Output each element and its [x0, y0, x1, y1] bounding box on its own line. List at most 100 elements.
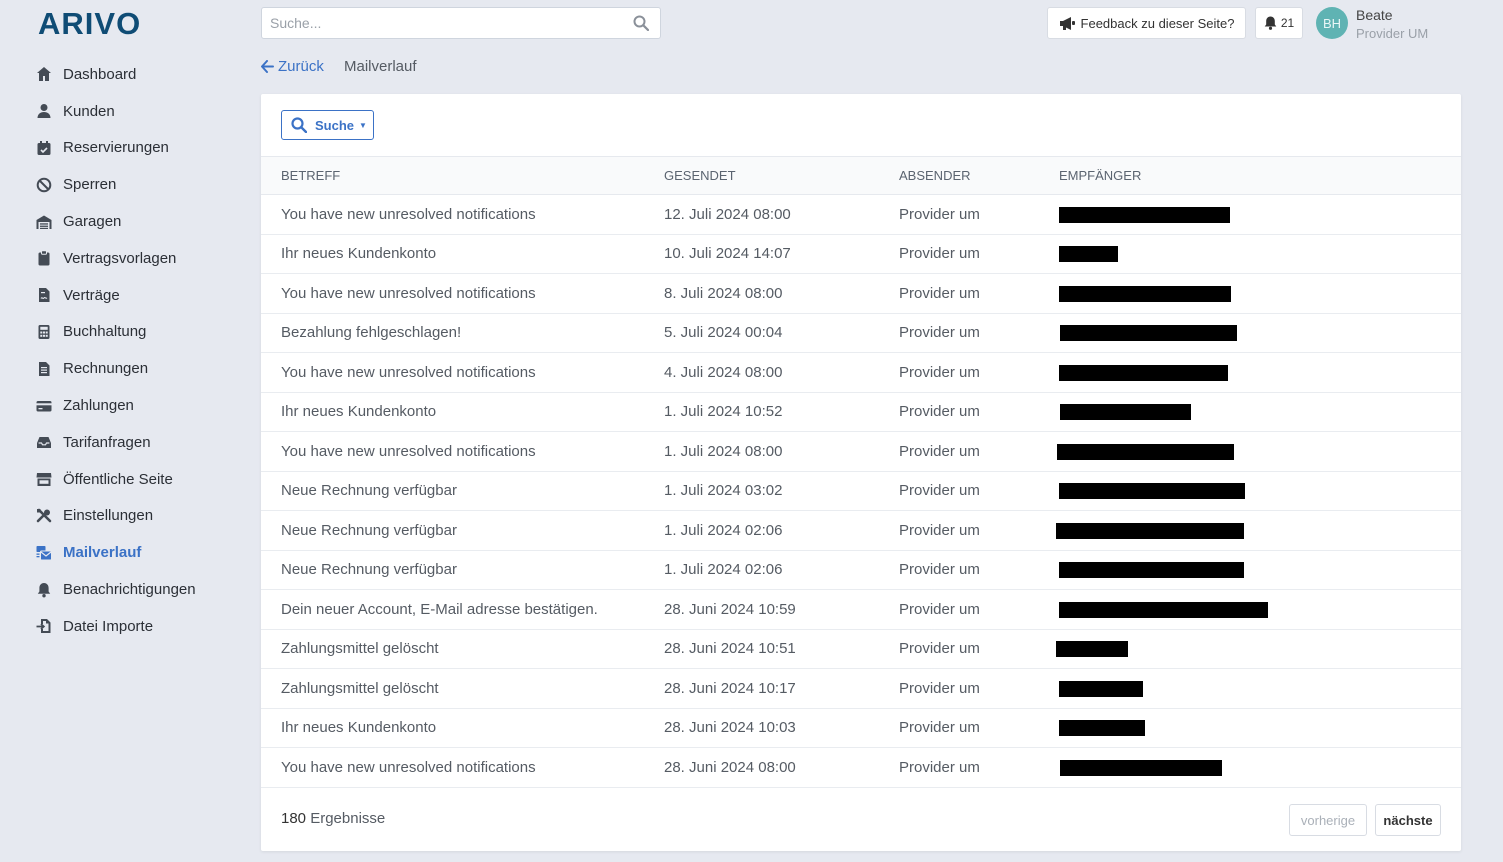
cell-recipient	[1059, 471, 1461, 511]
table-row[interactable]: Bezahlung fehlgeschlagen! 5. Juli 2024 00…	[261, 313, 1461, 353]
cell-sent: 28. Juni 2024 10:03	[664, 708, 899, 748]
search-filter-button[interactable]: Suche ▼	[281, 110, 374, 140]
table-row[interactable]: Ihr neues Kundenkonto 28. Juni 2024 10:03…	[261, 708, 1461, 748]
user-name[interactable]: Beate	[1356, 7, 1393, 23]
sidebar-item-file-contract[interactable]: Verträge	[36, 277, 236, 314]
cell-subject: Ihr neues Kundenkonto	[261, 234, 664, 274]
table-row[interactable]: Neue Rechnung verfügbar 1. Juli 2024 02:0…	[261, 550, 1461, 590]
sidebar-item-mail-bulk[interactable]: Mailverlauf	[36, 534, 236, 571]
sidebar-item-store[interactable]: Öffentliche Seite	[36, 461, 236, 498]
back-link[interactable]: Zurück	[261, 58, 324, 75]
redaction-bar	[1059, 364, 1228, 381]
cell-subject: Dein neuer Account, E-Mail adresse bestä…	[261, 589, 664, 630]
cell-sender: Provider um	[899, 352, 1059, 393]
column-header-sender[interactable]: ABSENDER	[899, 156, 1059, 195]
table-row[interactable]: You have new unresolved notifications 12.…	[261, 194, 1461, 235]
notifications-button[interactable]: 21	[1255, 7, 1303, 39]
next-page-button[interactable]: nächste	[1375, 804, 1441, 836]
search-icon	[291, 117, 307, 133]
sidebar-item-credit-card[interactable]: Zahlungen	[36, 387, 236, 424]
brand-logo[interactable]: ARIVO	[38, 8, 158, 38]
sidebar-item-tools[interactable]: Einstellungen	[36, 498, 236, 535]
cell-sender: Provider um	[899, 194, 1059, 235]
cell-sender: Provider um	[899, 471, 1059, 511]
sidebar-item-bell[interactable]: Benachrichtigungen	[36, 571, 236, 608]
sidebar-item-calculator[interactable]: Buchhaltung	[36, 314, 236, 351]
megaphone-icon	[1059, 16, 1075, 30]
table-row[interactable]: Ihr neues Kundenkonto 10. Juli 2024 14:07…	[261, 234, 1461, 274]
sidebar-item-label: Einstellungen	[63, 507, 154, 525]
redaction-bar	[1059, 680, 1143, 697]
cell-subject: You have new unresolved notifications	[261, 273, 664, 314]
sidebar-item-calendar-check[interactable]: Reservierungen	[36, 130, 236, 167]
bell-icon	[1264, 16, 1277, 30]
redaction-bar	[1059, 601, 1268, 618]
redaction-bar	[1057, 443, 1234, 460]
file-contract-icon	[36, 287, 52, 303]
cell-recipient	[1059, 708, 1461, 748]
column-header-subject[interactable]: BETREFF	[261, 156, 664, 195]
redaction-bar	[1059, 562, 1244, 579]
redaction-bar	[1059, 285, 1231, 302]
cell-subject: You have new unresolved notifications	[261, 194, 664, 235]
filter-label: Suche	[315, 117, 355, 133]
sidebar-item-label: Sperren	[63, 176, 117, 194]
global-search[interactable]	[261, 7, 661, 39]
cell-subject: Ihr neues Kundenkonto	[261, 708, 664, 748]
sidebar-item-label: Zahlungen	[63, 397, 134, 415]
column-header-recipient[interactable]: EMPFÄNGER	[1059, 156, 1461, 195]
caret-down-icon: ▼	[359, 120, 367, 130]
result-count-number: 180	[281, 810, 307, 827]
cell-subject: You have new unresolved notifications	[261, 431, 664, 472]
cell-subject: Zahlungsmittel gelöscht	[261, 668, 664, 709]
cell-sender: Provider um	[899, 589, 1059, 630]
table-row[interactable]: Neue Rechnung verfügbar 1. Juli 2024 02:0…	[261, 510, 1461, 551]
redaction-bar	[1060, 759, 1222, 776]
redaction-bar	[1059, 206, 1230, 223]
sidebar-item-label: Dashboard	[63, 65, 137, 83]
cell-sent: 1. Juli 2024 02:06	[664, 510, 899, 551]
cell-sender: Provider um	[899, 234, 1059, 274]
table-row[interactable]: Neue Rechnung verfügbar 1. Juli 2024 03:0…	[261, 471, 1461, 511]
table-row[interactable]: Zahlungsmittel gelöscht 28. Juni 2024 10:…	[261, 629, 1461, 669]
sidebar-item-ban[interactable]: Sperren	[36, 166, 236, 203]
column-header-sent[interactable]: GESENDET	[664, 156, 899, 195]
sidebar-item-home[interactable]: Dashboard	[36, 56, 236, 93]
sidebar-item-user[interactable]: Kunden	[36, 93, 236, 130]
search-input[interactable]	[262, 8, 633, 38]
redaction-bar	[1060, 404, 1191, 421]
search-icon[interactable]	[633, 15, 649, 31]
cell-recipient	[1059, 194, 1461, 235]
cell-sender: Provider um	[899, 392, 1059, 432]
table-row[interactable]: Ihr neues Kundenkonto 1. Juli 2024 10:52 P…	[261, 392, 1461, 432]
ban-icon	[36, 177, 52, 193]
sidebar-item-garage[interactable]: Garagen	[36, 203, 236, 240]
sidebar-item-clipboard[interactable]: Vertragsvorlagen	[36, 240, 236, 277]
table-row[interactable]: Dein neuer Account, E-Mail adresse bestä…	[261, 589, 1461, 630]
cell-sender: Provider um	[899, 313, 1059, 353]
table-row[interactable]: You have new unresolved notifications 28.…	[261, 747, 1461, 788]
avatar[interactable]: BH	[1316, 7, 1348, 39]
table-row[interactable]: Zahlungsmittel gelöscht 28. Juni 2024 10:…	[261, 668, 1461, 709]
cell-recipient	[1056, 629, 1461, 669]
sidebar-item-label: Vertragsvorlagen	[63, 249, 177, 267]
inbox-icon	[36, 434, 52, 450]
sidebar-item-file-import[interactable]: Datei Importe	[36, 608, 236, 645]
feedback-button[interactable]: Feedback zu dieser Seite?	[1047, 7, 1246, 39]
cell-subject: Neue Rechnung verfügbar	[261, 550, 664, 590]
cell-recipient	[1056, 510, 1461, 551]
table-row[interactable]: You have new unresolved notifications 8. …	[261, 273, 1461, 314]
redaction-bar	[1060, 325, 1237, 342]
cell-recipient	[1059, 352, 1461, 393]
calculator-icon	[36, 324, 52, 340]
table-row[interactable]: You have new unresolved notifications 1. …	[261, 431, 1461, 472]
sidebar-item-invoice[interactable]: Rechnungen	[36, 350, 236, 387]
breadcrumb-current: Mailverlauf	[344, 58, 417, 75]
sidebar-item-label: Datei Importe	[63, 617, 154, 635]
sidebar-item-inbox[interactable]: Tarifanfragen	[36, 424, 236, 461]
user-icon	[36, 103, 52, 119]
redaction-bar	[1059, 246, 1118, 263]
cell-recipient	[1059, 313, 1461, 353]
table-row[interactable]: You have new unresolved notifications 4. …	[261, 352, 1461, 393]
previous-page-button[interactable]: vorherige	[1289, 804, 1367, 836]
